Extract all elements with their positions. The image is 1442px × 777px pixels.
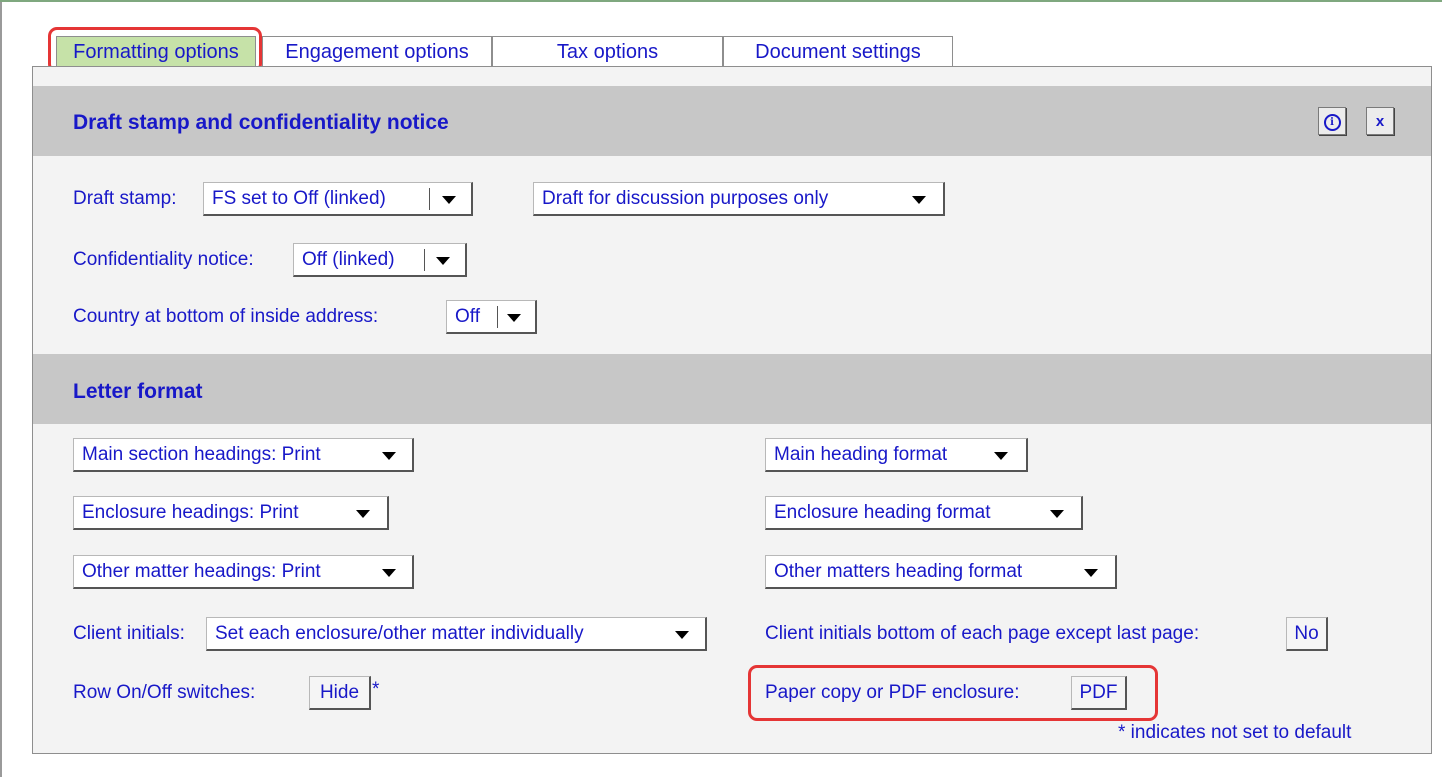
chevron-down-icon bbox=[1084, 569, 1098, 577]
main-section-headings-value: Main section headings: Print bbox=[82, 444, 321, 465]
enclosure-headings-value: Enclosure headings: Print bbox=[82, 502, 299, 523]
enclosure-heading-format-dropdown[interactable]: Enclosure heading format bbox=[765, 496, 1083, 530]
row-switches-button[interactable]: Hide bbox=[309, 676, 371, 710]
country-value: Off bbox=[455, 306, 480, 327]
not-default-marker: * bbox=[372, 679, 380, 700]
chevron-down-icon bbox=[382, 452, 396, 460]
chevron-down-icon bbox=[912, 196, 926, 204]
chevron-down-icon bbox=[382, 569, 396, 577]
confidentiality-value: Off (linked) bbox=[302, 249, 395, 270]
tab-document-settings[interactable]: Document settings bbox=[723, 36, 953, 66]
section-title-letter: Letter format bbox=[73, 380, 203, 403]
draft-stamp-value: FS set to Off (linked) bbox=[212, 188, 386, 209]
chevron-down-icon bbox=[994, 452, 1008, 460]
draft-stamp-label: Draft stamp: bbox=[73, 188, 177, 209]
draft-stamp-dropdown[interactable]: FS set to Off (linked) bbox=[203, 182, 473, 216]
tab-tax-options[interactable]: Tax options bbox=[492, 36, 723, 66]
section-header-letter bbox=[33, 354, 1431, 424]
other-matter-headings-value: Other matter headings: Print bbox=[82, 561, 321, 582]
chevron-down-icon bbox=[675, 631, 689, 639]
client-initials-label: Client initials: bbox=[73, 623, 185, 644]
tab-engagement-options[interactable]: Engagement options bbox=[262, 36, 492, 66]
client-initials-bottom-label: Client initials bottom of each page exce… bbox=[765, 623, 1200, 644]
dropdown-separator bbox=[429, 188, 430, 210]
main-heading-format-value: Main heading format bbox=[774, 444, 948, 465]
confidentiality-label: Confidentiality notice: bbox=[73, 249, 254, 270]
client-initials-dropdown[interactable]: Set each enclosure/other matter individu… bbox=[206, 617, 707, 651]
info-button[interactable]: i bbox=[1318, 107, 1346, 135]
country-dropdown[interactable]: Off bbox=[446, 300, 537, 334]
enclosure-heading-format-value: Enclosure heading format bbox=[774, 502, 991, 523]
confidentiality-dropdown[interactable]: Off (linked) bbox=[293, 243, 467, 277]
draft-text-value: Draft for discussion purposes only bbox=[542, 188, 829, 209]
other-matter-headings-dropdown[interactable]: Other matter headings: Print bbox=[73, 555, 414, 589]
other-matters-heading-format-dropdown[interactable]: Other matters heading format bbox=[765, 555, 1117, 589]
info-icon: i bbox=[1323, 113, 1341, 131]
client-initials-bottom-button[interactable]: No bbox=[1286, 617, 1328, 651]
chevron-down-icon bbox=[436, 257, 450, 265]
main-section-headings-dropdown[interactable]: Main section headings: Print bbox=[73, 438, 414, 472]
dropdown-separator bbox=[424, 249, 425, 271]
close-button[interactable]: x bbox=[1366, 107, 1394, 135]
footnote: * indicates not set to default bbox=[1118, 722, 1352, 743]
client-initials-value: Set each enclosure/other matter individu… bbox=[215, 623, 584, 644]
section-title-draft: Draft stamp and confidentiality notice bbox=[73, 111, 449, 134]
chevron-down-icon bbox=[1050, 510, 1064, 518]
other-matters-heading-format-value: Other matters heading format bbox=[774, 561, 1023, 582]
draft-text-dropdown[interactable]: Draft for discussion purposes only bbox=[533, 182, 945, 216]
pdf-option-highlight bbox=[748, 665, 1158, 721]
country-label: Country at bottom of inside address: bbox=[73, 306, 379, 327]
close-icon: x bbox=[1375, 113, 1385, 130]
chevron-down-icon bbox=[507, 314, 521, 322]
row-switches-label: Row On/Off switches: bbox=[73, 682, 256, 703]
dropdown-separator bbox=[497, 306, 498, 328]
main-heading-format-dropdown[interactable]: Main heading format bbox=[765, 438, 1028, 472]
chevron-down-icon bbox=[442, 196, 456, 204]
chevron-down-icon bbox=[356, 510, 370, 518]
window-left-border bbox=[0, 0, 2, 777]
enclosure-headings-dropdown[interactable]: Enclosure headings: Print bbox=[73, 496, 389, 530]
window-top-border bbox=[0, 0, 1442, 2]
